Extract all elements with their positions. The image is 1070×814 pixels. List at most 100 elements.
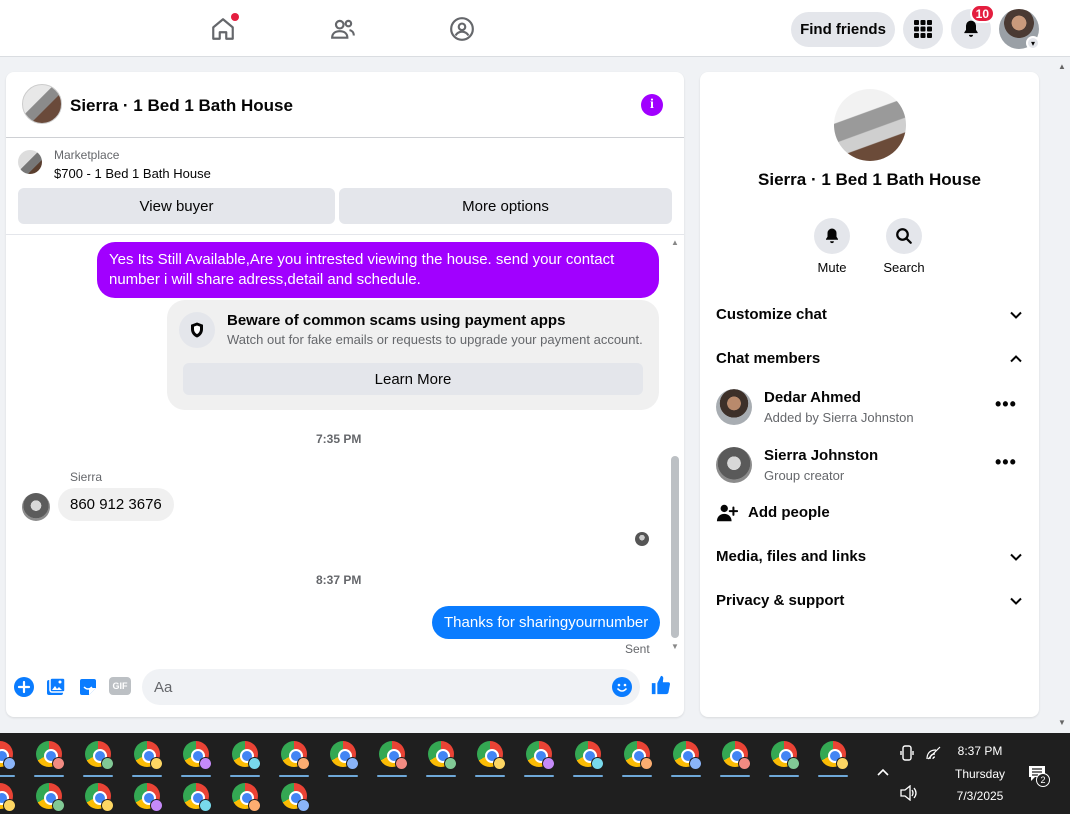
sender-avatar[interactable] <box>22 493 50 521</box>
chevron-up-icon <box>1009 352 1023 370</box>
chrome-icon[interactable] <box>379 741 408 770</box>
chrome-profile-icon <box>199 757 212 770</box>
chevron-up-icon[interactable] <box>876 764 890 780</box>
message-status: Sent <box>625 642 650 656</box>
chrome-icon[interactable] <box>183 783 212 812</box>
photo-gallery-icon[interactable] <box>45 676 67 698</box>
message-input[interactable] <box>142 669 640 705</box>
gif-icon[interactable]: GIF <box>109 677 131 695</box>
clock-date[interactable]: 7/3/2025 <box>950 789 1010 803</box>
outgoing-message[interactable]: Yes Its Still Available,Are you intreste… <box>97 242 659 298</box>
member-more-options-icon[interactable]: ••• <box>995 452 1017 473</box>
chrome-icon[interactable] <box>85 741 114 770</box>
customize-chat-row[interactable]: Customize chat <box>716 306 1023 328</box>
scroll-thumb[interactable] <box>671 456 679 638</box>
marketplace-label: Marketplace <box>54 148 120 162</box>
scroll-down-arrow[interactable]: ▼ <box>671 642 679 651</box>
friends-icon[interactable] <box>323 10 363 48</box>
chrome-profile-icon <box>346 757 359 770</box>
media-files-links-row[interactable]: Media, files and links <box>716 548 1023 570</box>
chrome-icon[interactable] <box>281 783 310 812</box>
taskbar-active-indicator <box>34 775 64 777</box>
emoji-icon[interactable] <box>611 676 633 698</box>
chat-avatar[interactable] <box>22 84 62 124</box>
chrome-icon[interactable] <box>624 741 653 770</box>
page-scroll-up-arrow[interactable]: ▲ <box>1058 62 1066 71</box>
chrome-profile-icon <box>199 799 212 812</box>
chat-panel: Sierra · 1 Bed 1 Bath House i Marketplac… <box>6 72 684 717</box>
account-chevron-down-icon[interactable]: ▾ <box>1026 36 1040 50</box>
member-subtitle: Group creator <box>764 468 845 483</box>
view-buyer-button[interactable]: View buyer <box>18 188 335 224</box>
clock-time[interactable]: 8:37 PM <box>950 744 1010 758</box>
chrome-icon[interactable] <box>575 741 604 770</box>
chrome-icon[interactable] <box>183 741 212 770</box>
page-scroll-down-arrow[interactable]: ▼ <box>1058 718 1066 727</box>
groups-icon[interactable] <box>442 10 482 48</box>
privacy-support-row[interactable]: Privacy & support <box>716 592 1023 614</box>
chrome-icon[interactable] <box>36 783 65 812</box>
sticker-icon[interactable] <box>77 676 99 698</box>
home-icon[interactable] <box>203 10 243 48</box>
chat-header: Sierra · 1 Bed 1 Bath House i <box>6 72 684 138</box>
chat-members-row[interactable]: Chat members <box>716 350 1023 372</box>
phone-link-icon[interactable] <box>900 745 914 764</box>
listing-thumbnail[interactable] <box>18 150 42 174</box>
chrome-icon[interactable] <box>232 783 261 812</box>
info-icon[interactable]: i <box>641 94 663 116</box>
chrome-profile-icon <box>297 799 310 812</box>
listing-title[interactable]: $700 - 1 Bed 1 Bath House <box>54 166 211 181</box>
chrome-icon[interactable] <box>428 741 457 770</box>
volume-icon[interactable] <box>900 784 918 804</box>
chrome-profile-icon <box>248 799 261 812</box>
member-avatar[interactable] <box>716 389 752 425</box>
add-people-button[interactable]: Add people <box>716 502 916 524</box>
chrome-icon[interactable] <box>232 741 261 770</box>
member-name[interactable]: Dedar Ahmed <box>764 389 861 406</box>
chrome-profile-icon <box>395 757 408 770</box>
plus-circle-icon[interactable] <box>13 676 35 698</box>
chrome-icon[interactable] <box>722 741 751 770</box>
incoming-message[interactable]: 860 912 3676 <box>58 488 174 521</box>
chat-title[interactable]: Sierra · 1 Bed 1 Bath House <box>70 96 293 116</box>
find-friends-button[interactable]: Find friends <box>791 12 895 47</box>
chrome-icon[interactable] <box>771 741 800 770</box>
more-options-button[interactable]: More options <box>339 188 672 224</box>
scroll-up-arrow[interactable]: ▲ <box>671 238 679 247</box>
clock-day[interactable]: Thursday <box>950 767 1010 781</box>
chat-scrollbar[interactable]: ▲ ▼ <box>669 238 681 652</box>
chrome-profile-icon <box>542 757 555 770</box>
privacy-support-label: Privacy & support <box>716 592 845 609</box>
chrome-icon[interactable] <box>477 741 506 770</box>
chrome-icon[interactable] <box>281 741 310 770</box>
menu-grid-icon[interactable] <box>903 9 943 49</box>
sender-name: Sierra <box>70 470 103 484</box>
mute-button[interactable]: Mute <box>802 218 862 275</box>
chrome-icon[interactable] <box>0 741 16 770</box>
chrome-icon[interactable] <box>0 783 16 812</box>
chrome-icon[interactable] <box>526 741 555 770</box>
member-more-options-icon[interactable]: ••• <box>995 394 1017 415</box>
chrome-icon[interactable] <box>134 783 163 812</box>
member-name[interactable]: Sierra Johnston <box>764 447 878 464</box>
member-subtitle: Added by Sierra Johnston <box>764 410 914 425</box>
taskbar-active-indicator <box>671 775 701 777</box>
wifi-icon[interactable] <box>926 746 942 763</box>
scam-warning-subtitle: Watch out for fake emails or requests to… <box>227 332 643 347</box>
scam-warning-title: Beware of common scams using payment app… <box>227 312 566 329</box>
search-button[interactable]: Search <box>874 218 934 275</box>
chrome-icon[interactable] <box>36 741 65 770</box>
learn-more-button[interactable]: Learn More <box>183 363 643 395</box>
conversation-avatar[interactable] <box>834 89 906 161</box>
notifications-bell-icon[interactable]: 10 <box>951 4 995 49</box>
chrome-icon[interactable] <box>134 741 163 770</box>
chrome-profile-icon <box>591 757 604 770</box>
chrome-icon[interactable] <box>820 741 849 770</box>
member-avatar[interactable] <box>716 447 752 483</box>
chrome-icon[interactable] <box>330 741 359 770</box>
chrome-icon[interactable] <box>85 783 114 812</box>
notifications-count-badge: 10 <box>969 4 995 23</box>
thumbs-up-icon[interactable] <box>650 674 672 696</box>
chrome-icon[interactable] <box>673 741 702 770</box>
outgoing-message[interactable]: Thanks for sharingyournumber <box>432 606 661 639</box>
